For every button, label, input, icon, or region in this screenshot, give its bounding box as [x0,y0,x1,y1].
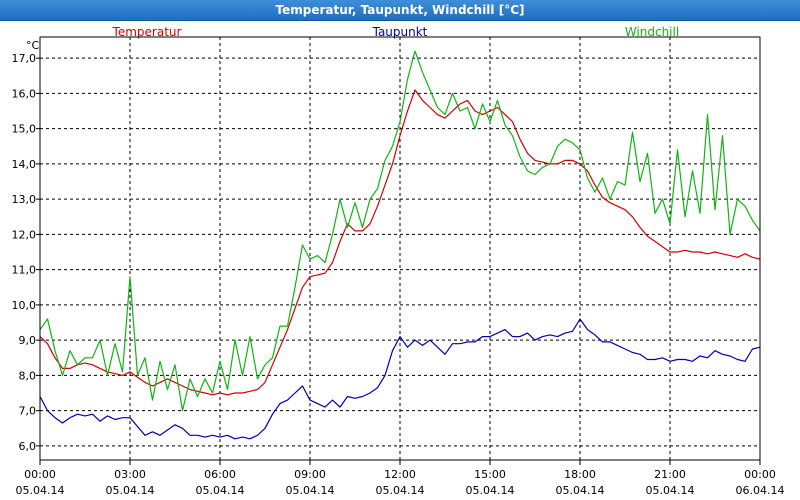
x-tick-time: 00:00 [24,468,56,481]
y-tick-label: 9,0 [19,334,37,347]
chart-window: Temperatur, Taupunkt, Windchill [°C] Tem… [0,0,800,500]
y-tick-label: 16,0 [12,87,37,100]
y-tick-label: 6,0 [19,440,37,453]
y-tick-label: 8,0 [19,369,37,382]
chart-grid [40,37,760,460]
y-tick-label: 12,0 [12,228,37,241]
x-tick-date: 05.04.14 [556,484,605,497]
series-line-taupunkt [39,318,761,440]
x-tick-date: 06.04.14 [736,484,785,497]
x-axis-ticks: 00:00 05.04.14 03:00 05.04.14 06:00 05.04.14 0… [16,468,785,497]
x-tick-time: 00:00 [744,468,776,481]
y-tick-label: 17,0 [12,52,37,65]
y-tick-label: 14,0 [12,158,37,171]
x-tick-time: 18:00 [564,468,596,481]
x-tick-date: 05.04.14 [16,484,65,497]
x-tick-date: 05.04.14 [376,484,425,497]
x-tick-time: 06:00 [204,468,236,481]
line-chart: Temperatur Taupunkt Windchill °C 6,07,08,0… [12,25,785,497]
y-tick-label: 10,0 [12,299,37,312]
y-axis-ticks: 6,0 7,0 8,0 9,0 10,0 11,0 12,0 13,0 14,0 15,0 16,0… [12,52,37,453]
y-tick-label: 7,0 [19,405,37,418]
x-tick-date: 05.04.14 [286,484,335,497]
x-tick-time: 21:00 [654,468,686,481]
x-tick-time: 09:00 [294,468,326,481]
y-tick-label: 13,0 [12,193,37,206]
x-tick-date: 05.04.14 [466,484,515,497]
x-tick-date: 05.04.14 [646,484,695,497]
x-tick-time: 15:00 [474,468,506,481]
y-tick-label: 15,0 [12,123,37,136]
y-axis-unit-label: °C [26,39,40,52]
x-tick-date: 05.04.14 [106,484,155,497]
x-tick-time: 03:00 [114,468,146,481]
x-tick-time: 12:00 [384,468,416,481]
x-tick-date: 05.04.14 [196,484,245,497]
chart-axes [36,36,761,465]
y-tick-label: 11,0 [12,264,37,277]
